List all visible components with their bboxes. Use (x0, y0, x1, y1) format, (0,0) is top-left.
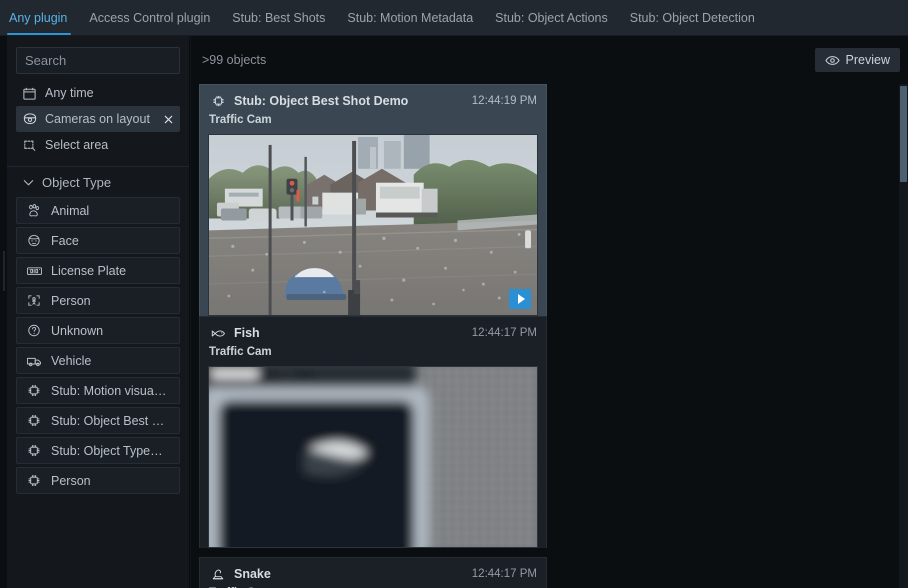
card-camera-name: Traffic Cam (209, 114, 272, 126)
tab-stub-object-detection[interactable]: Stub: Object Detection (619, 0, 766, 36)
grid-row-gap (195, 548, 896, 557)
object-type-label: License Plate (51, 263, 127, 278)
tab-any-plugin[interactable]: Any plugin (0, 0, 78, 36)
search-input[interactable] (16, 47, 180, 74)
object-type-person[interactable]: Person (16, 287, 180, 314)
left-rail (0, 36, 7, 588)
object-type-face[interactable]: Face (16, 227, 180, 254)
close-icon[interactable] (161, 112, 175, 126)
group-title: Object Type (42, 174, 112, 190)
paw-icon (25, 203, 43, 219)
object-type-label: Face (51, 233, 79, 248)
plugin-tab-bar: Any plugin Access Control plugin Stub: B… (0, 0, 908, 36)
chip-icon (25, 413, 43, 429)
person-bracket-icon (25, 293, 43, 309)
tab-stub-object-actions[interactable]: Stub: Object Actions (484, 0, 619, 36)
chip-icon (209, 93, 227, 109)
tab-label: Stub: Object Actions (495, 11, 608, 25)
card-title: Fish (234, 326, 260, 340)
card-timestamp: 12:44:17 PM (471, 568, 537, 580)
filter-cameras-on-layout[interactable]: Cameras on layout (16, 106, 180, 132)
card-header: Fish 12:44:17 PM Traffic Cam (200, 317, 546, 358)
card-header: Stub: Object Best Shot Demo 12:44:19 PM … (200, 85, 546, 126)
object-type-license-plate[interactable]: License Plate (16, 257, 180, 284)
card-timestamp: 12:44:17 PM (471, 327, 537, 339)
scrollbar-thumb[interactable] (900, 86, 907, 182)
object-search-window: Any plugin Access Control plugin Stub: B… (0, 0, 908, 588)
fish-icon (209, 325, 227, 341)
play-icon (517, 294, 525, 304)
tab-access-control-plugin[interactable]: Access Control plugin (78, 0, 221, 36)
chevron-down-icon (21, 175, 36, 190)
active-tab-underline (7, 33, 72, 35)
results-panel: >99 objects Preview Stub: Object Best Sh… (191, 36, 908, 588)
object-type-stub-object-best-shot[interactable]: Stub: Object Best … (16, 407, 180, 434)
object-type-label: Person (51, 473, 91, 488)
tab-label: Stub: Motion Metadata (347, 11, 474, 25)
card-timestamp: 12:44:19 PM (471, 95, 537, 107)
object-type-list: Animal Face License Plate Person Unknown… (7, 197, 189, 494)
tab-stub-best-shots[interactable]: Stub: Best Shots (221, 0, 336, 36)
filter-select-area[interactable]: Select area (16, 132, 180, 158)
results-scrollbar[interactable] (899, 84, 908, 588)
object-type-group-header[interactable]: Object Type (7, 167, 189, 197)
object-type-label: Stub: Object Type… (51, 443, 163, 458)
card-camera-name: Traffic Cam (209, 346, 272, 358)
object-card-grid: Stub: Object Best Shot Demo 12:44:19 PM … (191, 84, 900, 588)
calendar-icon (21, 85, 38, 101)
object-type-label: Unknown (51, 323, 104, 338)
traffic-scene-image (209, 135, 537, 315)
tab-stub-motion-metadata[interactable]: Stub: Motion Metadata (336, 0, 484, 36)
snake-icon (209, 566, 227, 582)
eye-icon (824, 55, 840, 66)
object-count-label: >99 objects (202, 53, 267, 67)
object-type-stub-object-type[interactable]: Stub: Object Type… (16, 437, 180, 464)
object-type-label: Person (51, 293, 91, 308)
object-card[interactable]: Snake 12:44:17 PM Traffic Cam (199, 557, 547, 588)
vehicle-icon (25, 353, 43, 369)
filter-label: Cameras on layout (45, 112, 150, 126)
blurry-dark-box-image (209, 367, 537, 547)
chip-icon (25, 443, 43, 459)
rail-marker (3, 251, 5, 291)
tab-label: Stub: Best Shots (232, 11, 326, 25)
object-type-label: Animal (51, 203, 90, 218)
preview-button[interactable]: Preview (814, 48, 900, 72)
object-type-animal[interactable]: Animal (16, 197, 180, 224)
card-title: Stub: Object Best Shot Demo (234, 94, 409, 108)
filter-label: Select area (45, 138, 109, 152)
play-button[interactable] (509, 289, 531, 309)
license-plate-icon (25, 263, 43, 279)
card-thumbnail[interactable] (208, 366, 538, 548)
preview-button-label: Preview (845, 53, 890, 67)
object-type-label: Stub: Object Best … (51, 413, 165, 428)
results-toolbar: >99 objects Preview (191, 36, 908, 84)
card-title: Snake (234, 567, 271, 581)
object-type-label: Stub: Motion visua… (51, 383, 167, 398)
question-circle-icon (25, 323, 43, 339)
tab-label: Stub: Object Detection (629, 11, 755, 25)
object-type-vehicle[interactable]: Vehicle (16, 347, 180, 374)
select-area-icon (21, 137, 38, 153)
chip-icon (25, 383, 43, 399)
card-header: Snake 12:44:17 PM Traffic Cam (200, 558, 546, 588)
face-icon (25, 233, 43, 249)
camera-dome-icon (21, 111, 38, 127)
object-type-unknown[interactable]: Unknown (16, 317, 180, 344)
object-type-stub-person[interactable]: Person (16, 467, 180, 494)
object-type-label: Vehicle (51, 353, 92, 368)
tab-label: Any plugin (9, 11, 68, 25)
tab-label: Access Control plugin (89, 11, 211, 25)
search-container (7, 36, 189, 74)
filter-chip-list: Any time Cameras on layout Select area (7, 74, 189, 158)
filter-sidebar: Any time Cameras on layout (7, 36, 190, 588)
filter-label: Any time (45, 86, 94, 100)
object-type-stub-motion-visualizer[interactable]: Stub: Motion visua… (16, 377, 180, 404)
chip-icon (25, 473, 43, 489)
filter-any-time[interactable]: Any time (16, 80, 180, 106)
card-thumbnail[interactable] (208, 134, 538, 316)
object-card[interactable]: Stub: Object Best Shot Demo 12:44:19 PM … (199, 84, 547, 316)
object-card[interactable]: Fish 12:44:17 PM Traffic Cam (199, 316, 547, 548)
